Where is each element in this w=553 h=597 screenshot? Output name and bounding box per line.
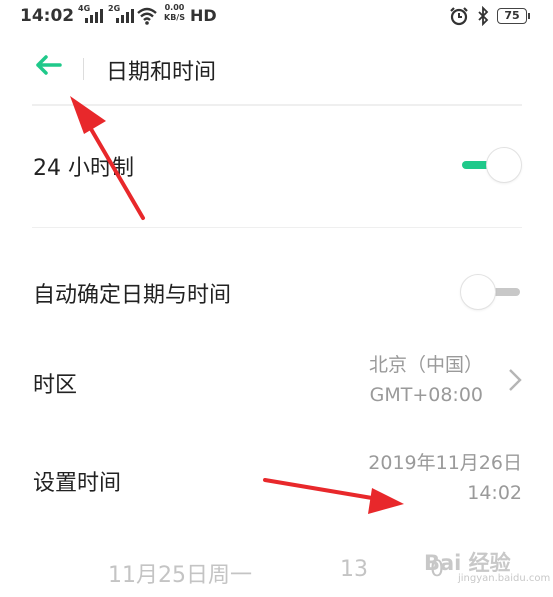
annotation-arrow-right bbox=[263, 478, 404, 514]
annotation-arrow-up bbox=[70, 96, 145, 220]
annotation-overlay bbox=[70, 96, 404, 514]
